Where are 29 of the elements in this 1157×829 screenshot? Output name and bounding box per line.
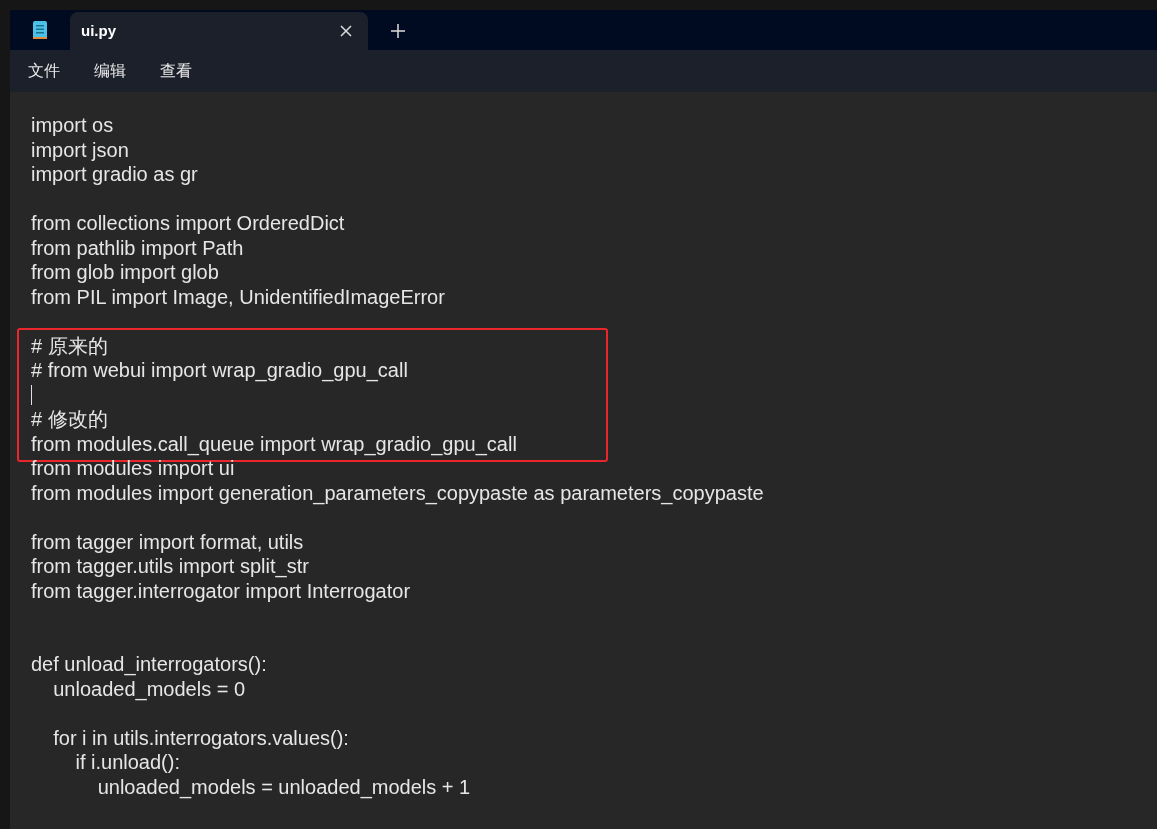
code-line: def unload_interrogators(): (31, 653, 267, 675)
menu-item[interactable]: 查看 (160, 59, 192, 83)
text-cursor (31, 384, 32, 405)
code-line: unloaded_models = 0 (52, 677, 246, 700)
code-line: from collections import OrderedDict (31, 212, 345, 234)
code-line: # 修改的 (31, 408, 108, 430)
code-line: # from webui import wrap_gradio_gpu_call (31, 359, 408, 381)
code-line: import json (31, 138, 129, 161)
code-line: from tagger.interrogator import Interrogator (31, 579, 411, 602)
code-line: if i.unload(): (74, 751, 180, 773)
code-line: from tagger.utils import split_str (31, 555, 309, 577)
code-line: from modules import ui (31, 457, 235, 479)
code-line: from modules.call_queue import wrap_gradio_gpu_call (31, 432, 517, 455)
code-line: from modules import generation_parameters_copypaste as parameters_copypaste (31, 481, 764, 504)
code-line: # 原来的 (31, 334, 108, 357)
code-line: from tagger import format, utils (31, 530, 304, 553)
code-line: import os (31, 114, 114, 136)
notepad-icon (32, 20, 48, 40)
code-line: for i in utils.interrogators.values(): (52, 726, 349, 749)
code-line: from PIL import Image, UnidentifiedImageError (31, 285, 445, 308)
code-line: import gradio as gr (31, 163, 198, 185)
close-icon[interactable] (340, 25, 352, 37)
code-line: unloaded_models = unloaded_models + 1 (96, 775, 471, 798)
code-line: from pathlib import Path (31, 236, 244, 259)
add-tab-icon[interactable] (391, 24, 405, 38)
menu-item[interactable]: 编辑 (94, 59, 126, 83)
menu-item[interactable]: 文件 (28, 59, 60, 83)
code-line: from glob import glob (31, 261, 219, 283)
tab[interactable]: ui.py (70, 12, 368, 50)
